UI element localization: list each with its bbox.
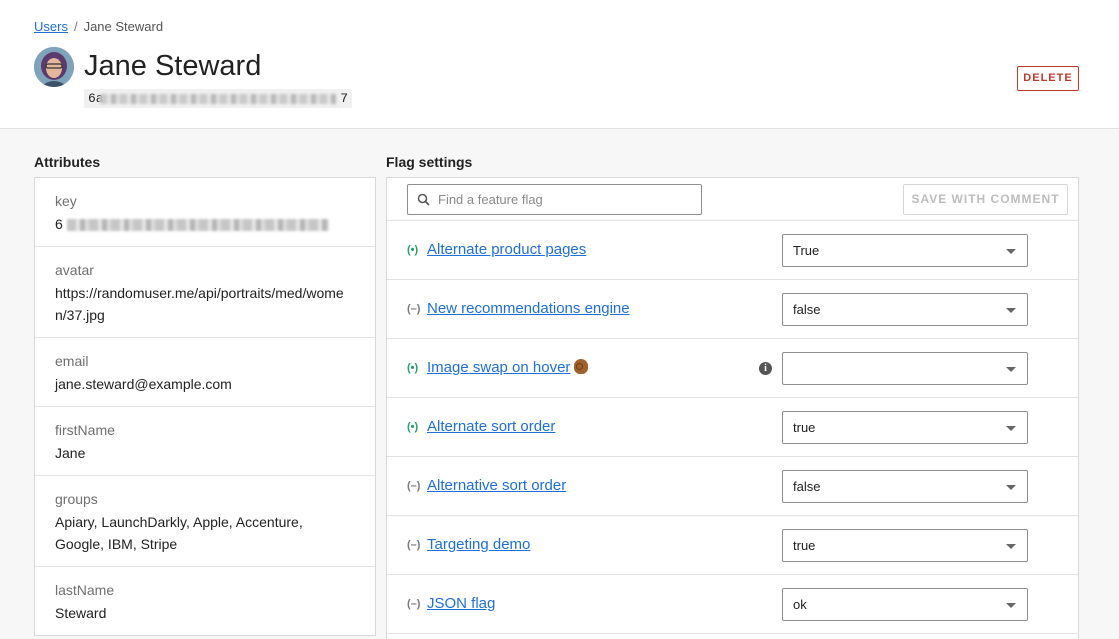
- chevron-down-icon: [1006, 249, 1016, 254]
- flag-link[interactable]: Alternate sort order: [427, 418, 555, 435]
- flag-link[interactable]: JSON flag: [427, 595, 495, 612]
- redaction-blur: [100, 94, 336, 104]
- flag-on-icon: (•): [407, 362, 419, 374]
- avatar: [34, 47, 74, 87]
- flag-off-icon: (–): [407, 480, 421, 492]
- attribute-item: avatar https://randomuser.me/api/portrai…: [35, 247, 375, 338]
- flag-row: (–) Targeting demo true: [387, 516, 1078, 575]
- variation-select[interactable]: True: [782, 234, 1028, 267]
- user-id-redacted: 6a 7: [84, 89, 352, 108]
- redaction-blur: [66, 219, 329, 232]
- breadcrumb-separator: /: [73, 19, 78, 34]
- flag-settings-title: Flag settings: [386, 154, 473, 170]
- breadcrumb-users-link[interactable]: Users: [34, 19, 68, 34]
- flag-off-icon: (–): [407, 598, 421, 610]
- attribute-key: email: [55, 353, 89, 369]
- flag-on-icon: (•): [407, 244, 419, 256]
- chevron-down-icon: [1006, 603, 1016, 608]
- page-header: Users / Jane Steward Jane Steward 6a 7 DEL…: [0, 0, 1119, 129]
- attribute-key: avatar: [55, 262, 94, 278]
- flag-off-icon: (–): [407, 303, 421, 315]
- attribute-key: lastName: [55, 582, 115, 598]
- attribute-key: firstName: [55, 422, 115, 438]
- variation-value: ok: [793, 597, 807, 612]
- page-title: Jane Steward: [84, 50, 262, 82]
- variation-value: True: [793, 243, 820, 258]
- attribute-value: https://randomuser.me/api/portraits/med/…: [55, 285, 344, 323]
- flag-row: (–) New recommendations engine false: [387, 280, 1078, 339]
- flag-search[interactable]: [407, 184, 702, 215]
- flag-link[interactable]: Targeting demo: [427, 536, 530, 553]
- search-icon: [417, 193, 430, 206]
- variation-select[interactable]: false: [782, 293, 1028, 326]
- attribute-item: lastName Steward: [35, 567, 375, 636]
- attribute-key: key: [55, 193, 77, 209]
- chevron-down-icon: [1006, 367, 1016, 372]
- flag-search-input[interactable]: [438, 185, 698, 214]
- attributes-panel: key 6 avatar https://randomuser.me/api/p…: [34, 177, 376, 636]
- flag-row: (–) JSON flag ok: [387, 575, 1078, 634]
- breadcrumb: Users / Jane Steward: [34, 19, 163, 34]
- attribute-value: Jane: [55, 445, 86, 461]
- flag-link[interactable]: Alternate product pages: [427, 241, 586, 258]
- attribute-value: Steward: [55, 605, 107, 621]
- variation-value: true: [793, 538, 816, 553]
- flag-toolbar: SAVE WITH COMMENT: [387, 178, 1078, 221]
- flag-row: (•) Image swap on hover i: [387, 339, 1078, 398]
- flag-link[interactable]: Alternative sort order: [427, 477, 566, 494]
- flag-row: (•) Alternate sort order true: [387, 398, 1078, 457]
- variation-value: false: [793, 479, 821, 494]
- variation-select[interactable]: [782, 352, 1028, 385]
- attribute-item: firstName Jane: [35, 407, 375, 476]
- chevron-down-icon: [1006, 426, 1016, 431]
- flag-row: (–) Alternative sort order false: [387, 457, 1078, 516]
- variation-select[interactable]: ok: [782, 588, 1028, 621]
- attribute-value: Apiary, LaunchDarkly, Apple, Accenture, …: [55, 514, 303, 552]
- attribute-key: groups: [55, 491, 98, 507]
- chevron-down-icon: [1006, 544, 1016, 549]
- attribute-item: email jane.steward@example.com: [35, 338, 375, 407]
- attribute-value: 6: [55, 213, 355, 235]
- flag-settings-panel: SAVE WITH COMMENT (•) Alternate product …: [386, 177, 1079, 639]
- flag-on-icon: (•): [407, 421, 419, 433]
- delete-button[interactable]: DELETE: [1017, 66, 1079, 91]
- breadcrumb-current: Jane Steward: [83, 19, 164, 34]
- flag-off-icon: (–): [407, 539, 421, 551]
- user-id-suffix: 7: [340, 91, 348, 106]
- variation-select[interactable]: false: [782, 470, 1028, 503]
- variation-value: true: [793, 420, 816, 435]
- ok-hand-emoji-icon: [574, 359, 589, 374]
- variation-select[interactable]: true: [782, 529, 1028, 562]
- variation-select[interactable]: true: [782, 411, 1028, 444]
- chevron-down-icon: [1006, 308, 1016, 313]
- info-icon[interactable]: i: [759, 362, 772, 375]
- flag-link[interactable]: Image swap on hover: [427, 359, 589, 376]
- flag-row: (•) Alternate product pages True: [387, 221, 1078, 280]
- attributes-title: Attributes: [34, 154, 101, 170]
- chevron-down-icon: [1006, 485, 1016, 490]
- attribute-value-text: 6: [55, 216, 63, 232]
- attribute-value: jane.steward@example.com: [55, 376, 232, 392]
- variation-value: false: [793, 302, 821, 317]
- flag-link[interactable]: New recommendations engine: [427, 300, 630, 317]
- attribute-item: groups Apiary, LaunchDarkly, Apple, Acce…: [35, 476, 375, 567]
- attribute-item: key 6: [35, 178, 375, 247]
- flag-link-text: Image swap on hover: [427, 359, 571, 376]
- save-with-comment-button[interactable]: SAVE WITH COMMENT: [903, 184, 1068, 215]
